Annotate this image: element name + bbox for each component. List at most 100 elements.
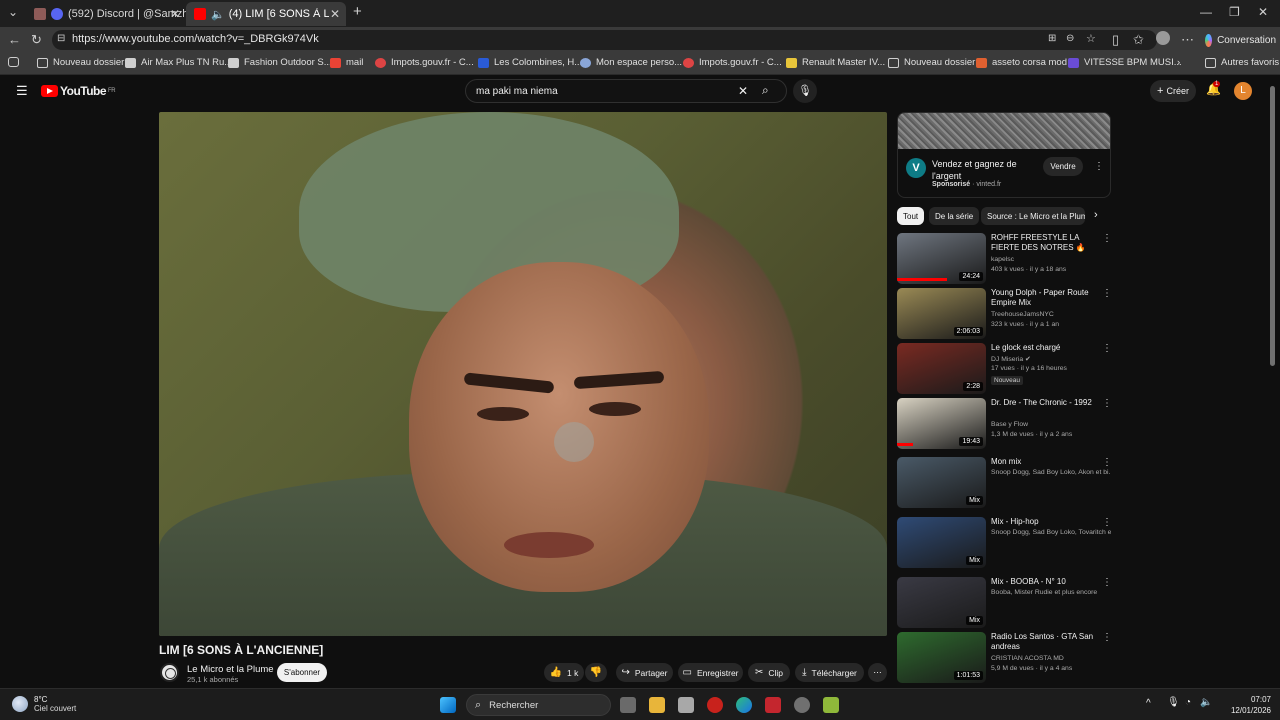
speaker-icon[interactable]: 🔈: [211, 8, 225, 21]
taskbar-search-input[interactable]: ⌕ Rechercher: [466, 694, 611, 716]
close-window-icon[interactable]: ✕: [1258, 5, 1268, 19]
clear-search-icon[interactable]: ✕: [738, 84, 748, 98]
voice-search-button[interactable]: 🎙: [793, 79, 817, 103]
bookmark-item[interactable]: asseto corsa mod: [976, 57, 1067, 68]
edge-icon[interactable]: [736, 697, 752, 713]
volume-icon[interactable]: 🔈: [1200, 697, 1212, 708]
recommendation-more-icon[interactable]: ⋮: [1102, 457, 1112, 468]
recommendation-channel[interactable]: Booba, Mister Rudie et plus encore: [991, 589, 1111, 596]
subscribe-button[interactable]: S'abonner: [277, 663, 327, 682]
windows-start-icon[interactable]: [440, 697, 456, 713]
recommendation-thumbnail[interactable]: Mix: [897, 457, 986, 508]
recommendation-title[interactable]: Le glock est chargé: [991, 343, 1101, 353]
search-icon[interactable]: ⌕: [762, 83, 769, 98]
tab-discord[interactable]: (592) Discord | @Samzhs ✕: [26, 2, 186, 26]
avatar[interactable]: L: [1234, 82, 1252, 100]
reading-list-icon[interactable]: [8, 57, 24, 67]
recommendation-title[interactable]: Radio Los Santos · GTA San andreas: [991, 632, 1101, 652]
app-red-icon[interactable]: [707, 697, 723, 713]
recommendation-item[interactable]: Mix Mix - BOOBA - N° 10 Booba, Mister Rudi…: [897, 577, 1117, 631]
file-explorer-icon[interactable]: [649, 697, 665, 713]
more-actions-button[interactable]: ⋯: [868, 663, 887, 682]
favorites-icon[interactable]: ✩: [1133, 32, 1144, 48]
chip-source[interactable]: Source : Le Micro et la Plume: [981, 207, 1085, 225]
store-icon[interactable]: [678, 697, 694, 713]
other-favorites[interactable]: Autres favoris: [1205, 57, 1279, 68]
recommendation-title[interactable]: Mon mix: [991, 457, 1101, 467]
bookmark-item[interactable]: Impots.gouv.fr - C...: [375, 57, 474, 68]
apps-icon[interactable]: ⊞: [1048, 33, 1056, 44]
recommendation-item[interactable]: Mix Mon mix Snoop Dogg, Sad Boy Loko, Akon…: [897, 457, 1117, 511]
search-input[interactable]: ma paki ma niema ✕ ⌕: [465, 79, 787, 103]
recommendation-thumbnail[interactable]: Mix: [897, 577, 986, 628]
bookmark-item[interactable]: VITESSE BPM MUSI...: [1068, 57, 1182, 68]
wifi-icon[interactable]: ◔: [1185, 697, 1191, 708]
video-player[interactable]: [159, 112, 887, 636]
bookmark-item[interactable]: Fashion Outdoor S...: [228, 57, 332, 68]
search-value[interactable]: ma paki ma niema: [476, 86, 558, 97]
recommendation-more-icon[interactable]: ⋮: [1102, 233, 1112, 244]
bookmark-item[interactable]: Impots.gouv.fr - C...: [683, 57, 782, 68]
recommendation-channel[interactable]: Base y Flow: [991, 421, 1111, 428]
system-clock[interactable]: 07:07 12/01/2026: [1216, 694, 1271, 716]
channel-avatar[interactable]: [160, 663, 179, 682]
sponsored-ad[interactable]: V Vendez et gagnez de l'argent Sponsoris…: [897, 112, 1111, 198]
chip-all[interactable]: Tout: [897, 207, 925, 225]
create-button[interactable]: + Créer: [1150, 80, 1196, 102]
more-options-icon[interactable]: ⋯: [1181, 32, 1194, 48]
close-tab-icon[interactable]: ✕: [330, 7, 340, 21]
recommendation-more-icon[interactable]: ⋮: [1102, 632, 1112, 643]
ad-cta-button[interactable]: Vendre: [1043, 157, 1083, 176]
recommendation-item[interactable]: 24:24 ROHFF FREESTYLE LA FIERTE DES NOTRE…: [897, 233, 1117, 287]
bookmark-item[interactable]: Air Max Plus TN Ru...: [125, 57, 232, 68]
tab-actions-chevron-icon[interactable]: ⌄: [8, 5, 18, 19]
recommendation-title[interactable]: Mix - Hip-hop: [991, 517, 1101, 527]
minimize-icon[interactable]: —: [1200, 5, 1212, 19]
recommendation-title[interactable]: ROHFF FREESTYLE LA FIERTE DES NOTRES 🔥: [991, 233, 1101, 253]
recommendation-thumbnail[interactable]: 24:24: [897, 233, 986, 284]
recommendation-more-icon[interactable]: ⋮: [1102, 398, 1112, 409]
bookmark-item[interactable]: Les Colombines, H...: [478, 57, 582, 68]
recommendation-thumbnail[interactable]: 19:43: [897, 398, 986, 449]
ad-more-icon[interactable]: ⋮: [1094, 161, 1104, 172]
save-button[interactable]: ▭ Enregistrer: [678, 663, 743, 682]
refresh-icon[interactable]: ↻: [31, 32, 42, 48]
restore-icon[interactable]: ❐: [1229, 5, 1240, 19]
app-green-icon[interactable]: [823, 697, 839, 713]
download-button[interactable]: ⤓ Télécharger: [795, 663, 864, 682]
weather-widget[interactable]: 8°C Ciel couvert: [12, 695, 76, 713]
dislike-button[interactable]: 👎: [585, 663, 607, 682]
back-icon[interactable]: ←: [8, 32, 21, 47]
youtube-logo[interactable]: YouTube FR: [41, 84, 116, 98]
chip-series[interactable]: De la série: [929, 207, 980, 225]
recommendation-thumbnail[interactable]: Mix: [897, 517, 986, 568]
bookmarks-overflow-icon[interactable]: ›: [1177, 57, 1180, 68]
recommendation-channel[interactable]: CRISTIAN ACOSTA MD: [991, 655, 1111, 662]
url-text[interactable]: https://www.youtube.com/watch?v=_DBRGk97…: [72, 33, 319, 45]
clip-button[interactable]: ✂ Clip: [748, 663, 790, 682]
recommendation-title[interactable]: Dr. Dre - The Chronic - 1992: [991, 398, 1101, 408]
recommendation-item[interactable]: Mix Mix - Hip-hop Snoop Dogg, Sad Boy Loko…: [897, 517, 1117, 571]
tab-youtube[interactable]: 🔈 (4) LIM [6 SONS À L'ANCIENNE] ✕: [186, 2, 346, 26]
zoom-icon[interactable]: ⊖: [1066, 33, 1074, 44]
recommendation-more-icon[interactable]: ⋮: [1102, 288, 1112, 299]
recommendation-item[interactable]: 1:01:53 Radio Los Santos · GTA San andrea…: [897, 632, 1117, 686]
ad-title[interactable]: Vendez et gagnez de l'argent: [932, 158, 1022, 182]
address-bar[interactable]: ⊟ https://www.youtube.com/watch?v=_DBRGk…: [52, 30, 1157, 50]
page-scrollbar[interactable]: [1270, 76, 1276, 686]
recommendation-channel[interactable]: Snoop Dogg, Sad Boy Loko, Akon et bi...: [991, 469, 1111, 476]
profile-icon[interactable]: [1156, 31, 1170, 45]
recommendation-channel[interactable]: DJ Miseria ✔: [991, 355, 1111, 363]
bookmark-item[interactable]: Mon espace perso...: [580, 57, 682, 68]
recommendation-more-icon[interactable]: ⋮: [1102, 577, 1112, 588]
recommendation-more-icon[interactable]: ⋮: [1102, 343, 1112, 354]
recommendation-item[interactable]: 2:28 Le glock est chargé DJ Miseria ✔ 17 vu…: [897, 343, 1117, 397]
site-info-icon[interactable]: ⊟: [57, 33, 65, 44]
recommendation-channel[interactable]: Snoop Dogg, Sad Boy Loko, Tovaritch e...: [991, 529, 1111, 536]
copilot-button[interactable]: Conversation: [1201, 30, 1276, 50]
recommendation-title[interactable]: Mix - BOOBA - N° 10: [991, 577, 1101, 587]
tray-overflow-icon[interactable]: ^: [1146, 698, 1151, 709]
recommendation-channel[interactable]: TreehouseJamsNYC: [991, 311, 1111, 318]
task-view-icon[interactable]: [620, 697, 636, 713]
bookmark-item[interactable]: Nouveau dossier: [37, 57, 124, 68]
